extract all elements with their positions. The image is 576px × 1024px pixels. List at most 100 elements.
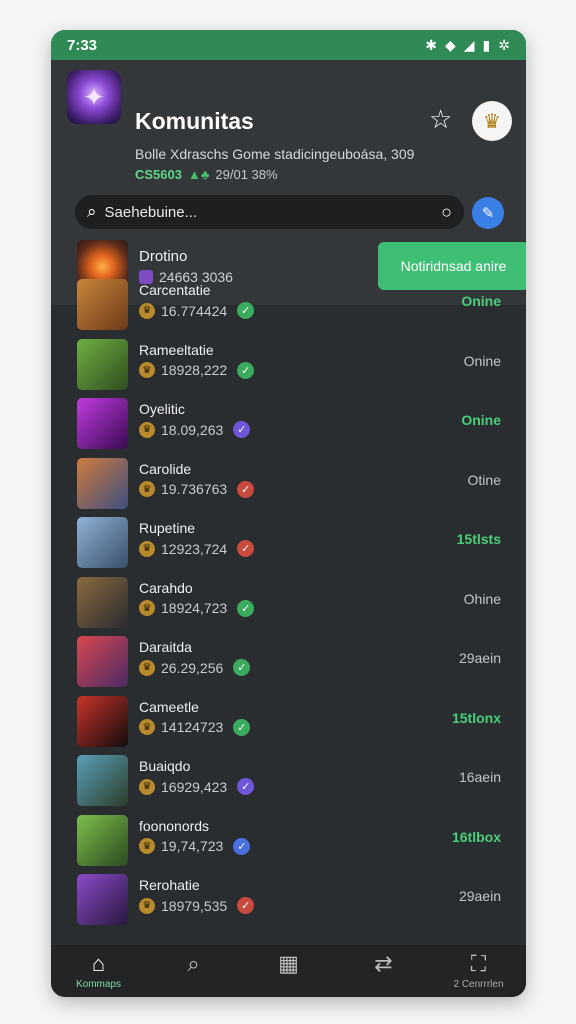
community-thumbnail: [77, 576, 128, 628]
verified-check-icon: ✓: [233, 421, 251, 438]
status-time: 7:33: [67, 36, 98, 54]
crown-icon: ♛: [139, 659, 155, 676]
list-item[interactable]: Oyelitic ♛ 18.09,263 ✓ Onine: [51, 396, 526, 455]
crown-icon: ♛: [139, 719, 155, 735]
header-subtitle: Bolle Xdraschs Gome stadicingeuboása, 30…: [135, 146, 415, 162]
list-item[interactable]: Carolide ♛ 19.736763 ✓ Otine: [51, 456, 526, 515]
crown-icon: ♛: [139, 838, 155, 854]
member-count-row: ♛ 18.09,263 ✓: [139, 421, 251, 438]
member-count: 19.736763: [161, 481, 228, 497]
community-list: Carcentatie ♛ 16.774424 ✓ Onine Rameeltatie ♛ 1…: [51, 275, 526, 945]
member-count-row: ♛ 14124723 ✓: [139, 718, 251, 736]
list-item[interactable]: Rameeltatie ♛ 18928,222 ✓ Onine: [51, 337, 526, 396]
status-label: Onine: [461, 293, 501, 309]
search-bar[interactable]: ⌕ ○: [75, 195, 464, 229]
nav-item-home[interactable]: ⌂ Kommaps: [59, 953, 139, 991]
list-item[interactable]: Rupetine ♛ 12923,724 ✓ 15tlsts: [51, 515, 526, 574]
member-count: 16929,423: [161, 778, 228, 795]
crown-icon: ♛: [139, 778, 155, 795]
grid-icon: ▦: [278, 951, 299, 976]
list-item[interactable]: Daraitda ♛ 26.29,256 ✓ 29aein: [51, 634, 526, 693]
community-name: Buaiqdo: [139, 758, 191, 774]
search-input[interactable]: [104, 203, 434, 221]
community-thumbnail: [77, 814, 128, 866]
nav-item-search[interactable]: ⌕: [154, 953, 234, 991]
status-label: 15tlonx: [451, 709, 501, 726]
list-item[interactable]: Cameetle ♛ 14124723 ✓ 15tlonx: [51, 694, 526, 753]
community-name: Rerohatie: [139, 877, 200, 893]
battery-icon: ▮: [482, 36, 491, 53]
status-label: Ohine: [463, 590, 501, 607]
member-count-row: ♛ 18928,222 ✓: [139, 361, 255, 379]
member-count: 12923,724: [161, 540, 228, 557]
nav-item-grid[interactable]: ▦: [249, 953, 329, 991]
member-count-row: ♛ 26.29,256 ✓: [139, 659, 251, 676]
subline-tag: CS5603: [135, 167, 182, 182]
nav-label: Kommaps: [75, 979, 121, 990]
wifi-icon: ◆: [444, 36, 456, 53]
community-name: foononords: [139, 817, 210, 834]
community-thumbnail: [77, 457, 128, 509]
status-label: 16tlbox: [451, 828, 501, 845]
status-bar: 7:33 ✱ ◆ ◢ ▮ ✲: [51, 30, 526, 60]
member-count: 18924,723: [161, 600, 228, 616]
community-name: Cameetle: [139, 698, 199, 715]
status-label: Otine: [467, 471, 501, 488]
list-item[interactable]: foononords ♛ 19,74,723 ✓ 16tlbox: [51, 813, 526, 872]
crown-icon: ♛: [139, 481, 155, 497]
nav-item-swap[interactable]: ⇄: [344, 953, 424, 991]
phone-screen: 7:33 ✱ ◆ ◢ ▮ ✲ ✦ Komunitas ☆ ♛ Bolle Xdr…: [51, 30, 526, 997]
member-count-row: ♛ 19.736763 ✓: [139, 480, 255, 498]
search-icon: ⌕: [187, 951, 200, 976]
status-label: 29aein: [458, 888, 501, 904]
community-name: Carolide: [139, 460, 192, 477]
list-item[interactable]: Carcentatie ♛ 16.774424 ✓ Onine: [51, 277, 526, 336]
community-name: Carcentatie: [139, 282, 211, 298]
member-count: 26.29,256: [161, 659, 224, 676]
list-item[interactable]: Rerohatie ♛ 18979,535 ✓ 29aein: [51, 872, 526, 931]
verified-check-icon: ✓: [233, 837, 251, 855]
member-count-row: ♛ 12923,724 ✓: [139, 540, 255, 557]
community-name: Oyelitic: [139, 401, 185, 417]
status-label: 29aein: [458, 650, 501, 666]
compose-button[interactable]: ✎: [472, 197, 504, 229]
verified-check-icon: ✓: [237, 897, 255, 914]
subline-count: 29/01 38%: [215, 167, 278, 182]
verified-check-icon: ✓: [233, 659, 251, 676]
signal-icon: ◢: [463, 36, 475, 53]
avatar[interactable]: ♛: [472, 101, 512, 141]
status-icons: ✱ ◆ ◢ ▮ ✲: [425, 37, 510, 54]
swap-icon: ⇄: [374, 951, 393, 976]
verified-check-icon: ✓: [233, 718, 251, 736]
status-label: 16aein: [458, 769, 501, 785]
member-count: 16.774424: [161, 302, 228, 319]
verified-check-icon: ✓: [237, 540, 255, 557]
settings-icon: ✲: [498, 36, 510, 53]
community-thumbnail: [77, 398, 128, 449]
page-title: Komunitas: [135, 108, 254, 134]
crown-icon: ♛: [139, 600, 155, 616]
game-icon: ⛶: [470, 951, 487, 976]
magnifier-icon[interactable]: ○: [441, 202, 452, 223]
member-count: 18.09,263: [161, 421, 224, 438]
community-thumbnail: [77, 517, 128, 568]
member-count-row: ♛ 19,74,723 ✓: [139, 837, 251, 855]
search-icon: ⌕: [87, 202, 97, 221]
verified-check-icon: ✓: [237, 778, 255, 795]
community-name: Carahdo: [139, 579, 193, 596]
bottom-navigation: ⌂ Kommaps ⌕ ▦ ⇄ ⛶ 2 Cenrrrlen: [51, 945, 526, 997]
community-name: Daraitda: [139, 639, 192, 655]
favorite-star-icon[interactable]: ☆: [429, 104, 452, 135]
member-count-row: ♛ 16.774424 ✓: [139, 302, 255, 319]
app-logo-icon[interactable]: ✦: [67, 70, 121, 124]
community-name: Rupetine: [139, 520, 196, 536]
crown-icon: ♛: [139, 302, 155, 319]
nav-item-game[interactable]: ⛶ 2 Cenrrrlen: [439, 953, 519, 991]
member-count-row: ♛ 18979,535 ✓: [139, 897, 255, 914]
header-subline: CS5603 ▲♣ 29/01 38%: [135, 167, 278, 182]
list-item[interactable]: Buaiqdo ♛ 16929,423 ✓ 16aein: [51, 753, 526, 812]
crown-icon: ♛: [139, 362, 155, 378]
header: ✦ Komunitas ☆ ♛ Bolle Xdraschs Gome stad…: [51, 60, 526, 305]
list-item[interactable]: Carahdo ♛ 18924,723 ✓ Ohine: [51, 575, 526, 634]
community-name: Rameeltatie: [139, 341, 214, 358]
